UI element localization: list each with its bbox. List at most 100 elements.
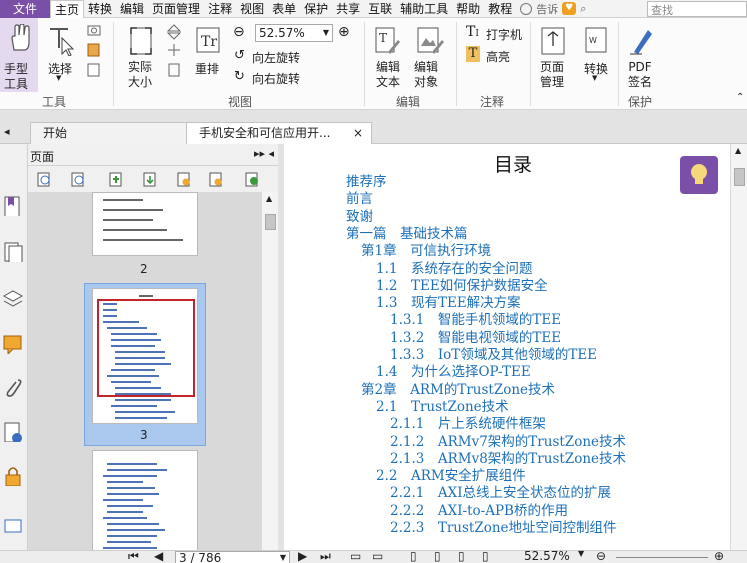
ribbon-collapse-icon[interactable]: ⌃: [736, 92, 744, 103]
comments-icon[interactable]: [2, 332, 24, 354]
zoom-in-icon[interactable]: ⊕: [338, 24, 350, 40]
facing-page-icon[interactable]: ▯: [458, 549, 465, 563]
rotate-left-button[interactable]: 向左旋转: [252, 49, 300, 66]
view-mode-icon[interactable]: ▭: [350, 549, 361, 563]
toc-entry[interactable]: 前言: [346, 191, 373, 208]
replace-page-icon[interactable]: [176, 171, 192, 187]
page-thumbnail[interactable]: [92, 192, 198, 256]
panel-expand-icon[interactable]: ▸▸ ◂: [254, 147, 274, 160]
toc-entry[interactable]: 1.4 为什么选择OP-TEE: [376, 364, 531, 381]
extract-page-icon[interactable]: [142, 171, 158, 187]
zoom-out-status-icon[interactable]: ⊖: [596, 549, 606, 563]
search-icon[interactable]: ⌕: [580, 2, 586, 16]
continuous-page-icon[interactable]: ▯: [434, 549, 441, 563]
document-scroll-thumb[interactable]: [734, 168, 745, 186]
search-input[interactable]: 查找: [647, 1, 747, 17]
reflow-button[interactable]: 重排: [195, 60, 219, 77]
tab-start[interactable]: 开始: [30, 122, 190, 144]
scroll-up-icon[interactable]: ▲: [266, 194, 272, 203]
page-manage-button[interactable]: 页面 管理: [540, 60, 564, 90]
toc-entry[interactable]: 1.3.1 智能手机领域的TEE: [390, 312, 561, 329]
heart-icon[interactable]: ♥: [562, 2, 577, 15]
toc-entry[interactable]: 2.2.3 TrustZone地址空间控制组件: [390, 520, 617, 537]
delete-page-icon[interactable]: [208, 171, 224, 187]
tab-scroll-left-icon[interactable]: ◂: [4, 125, 10, 138]
highlight-button[interactable]: 高亮: [486, 48, 510, 65]
toc-entry[interactable]: 1.3.3 IoT领域及其他领域的TEE: [390, 347, 597, 364]
menu-tab-tutorial[interactable]: 教程: [484, 0, 516, 18]
page-number-input[interactable]: 3 / 786 ▼: [175, 551, 290, 563]
layers-icon[interactable]: [2, 286, 24, 308]
next-page-icon[interactable]: ▶: [298, 549, 307, 563]
zoom-dropdown-icon[interactable]: ▼: [578, 549, 584, 558]
toc-entry[interactable]: 2.2 ARM安全扩展组件: [376, 468, 526, 485]
first-page-icon[interactable]: ⏮: [128, 549, 139, 563]
cover-page-icon[interactable]: ▯: [482, 549, 489, 563]
menu-tab-view[interactable]: 视图: [236, 0, 268, 18]
chevron-down-icon[interactable]: ▼: [280, 552, 286, 563]
zoom-thumbnail-in-icon[interactable]: [36, 171, 52, 187]
tell-me-icon[interactable]: [520, 2, 533, 15]
bookmark-icon[interactable]: [2, 194, 24, 216]
toc-entry[interactable]: 推荐序: [346, 174, 387, 191]
panel-scroll-thumb[interactable]: [265, 214, 276, 230]
toc-entry[interactable]: 2.1.1 片上系统硬件框架: [390, 416, 546, 433]
menu-tab-share[interactable]: 共享: [332, 0, 364, 18]
rotate-right-button[interactable]: 向右旋转: [252, 70, 300, 87]
toc-entry[interactable]: 1.1 系统存在的安全问题: [376, 261, 532, 278]
edit-object-button[interactable]: 编辑 对象: [414, 60, 438, 90]
toc-entry[interactable]: 2.1.3 ARMv8架构的TrustZone技术: [390, 451, 626, 468]
menu-tab-home[interactable]: 主页: [50, 0, 85, 18]
page-thumbnail[interactable]: [92, 288, 198, 424]
zoom-level-status[interactable]: 52.57%: [524, 549, 570, 563]
panel-scrollbar[interactable]: ▲: [261, 192, 278, 550]
single-page-icon[interactable]: ▯: [410, 549, 417, 563]
last-page-icon[interactable]: ⏭: [320, 549, 331, 563]
small-tool-icons[interactable]: [86, 24, 104, 84]
toc-entry[interactable]: 1.2 TEE如何保护数据安全: [376, 278, 548, 295]
menu-tab-form[interactable]: 表单: [268, 0, 300, 18]
tip-button[interactable]: [680, 156, 718, 194]
toc-entry[interactable]: 2.2.2 AXI-to-APB桥的作用: [390, 503, 568, 520]
menu-tab-accessibility[interactable]: 辅助工具: [396, 0, 452, 18]
scroll-up-icon[interactable]: ▲: [735, 146, 741, 155]
toc-entry[interactable]: 第1章 可信执行环境: [361, 243, 491, 260]
menu-tab-edit[interactable]: 编辑: [116, 0, 148, 18]
menu-file[interactable]: 文件: [0, 0, 50, 18]
zoom-thumbnail-out-icon[interactable]: [70, 171, 86, 187]
viewport-indicator[interactable]: [97, 299, 195, 397]
toc-entry[interactable]: 第2章 ARM的TrustZone技术: [361, 382, 555, 399]
document-view[interactable]: 目录 推荐序 前言 致谢 第一篇 基础技术篇 第1章 可信执行环境 1.1 系统存在的安全…: [278, 144, 747, 550]
zoom-in-status-icon[interactable]: ⊕: [714, 549, 724, 563]
prev-page-icon[interactable]: ◀: [154, 549, 163, 563]
menu-tab-protect[interactable]: 保护: [300, 0, 332, 18]
pages-icon[interactable]: [2, 240, 24, 262]
insert-page-icon[interactable]: [108, 171, 124, 187]
menu-tab-help[interactable]: 帮助: [452, 0, 484, 18]
toc-entry[interactable]: 第一篇 基础技术篇: [346, 226, 468, 243]
zoom-out-icon[interactable]: ⊖: [233, 24, 245, 40]
document-scrollbar[interactable]: ▲: [730, 144, 747, 550]
toc-entry[interactable]: 2.2.1 AXI总线上安全状态位的扩展: [390, 485, 611, 502]
toc-entry[interactable]: 1.3.2 智能电视领域的TEE: [390, 330, 561, 347]
page-properties-icon[interactable]: [244, 171, 260, 187]
select-dropdown-icon[interactable]: ▼: [56, 74, 61, 82]
pdf-sign-button[interactable]: PDF 签名: [628, 60, 652, 90]
tab-document[interactable]: 手机安全和可信应用开... ×: [186, 122, 372, 144]
page-thumbnail[interactable]: [92, 450, 198, 550]
edit-text-button[interactable]: 编辑 文本: [376, 60, 400, 90]
close-icon[interactable]: ×: [353, 123, 363, 143]
typewriter-button[interactable]: 打字机: [486, 26, 522, 43]
hand-tool-label[interactable]: 手型 工具: [4, 62, 28, 92]
page-labels-icon[interactable]: [2, 516, 24, 538]
menu-tab-comment[interactable]: 注释: [204, 0, 236, 18]
menu-tab-organize[interactable]: 页面管理: [148, 0, 204, 18]
toc-entry[interactable]: 2.1 TrustZone技术: [376, 399, 509, 416]
zoom-select[interactable]: 52.57% ▼: [255, 24, 333, 42]
toc-entry[interactable]: 致谢: [346, 209, 373, 226]
toc-entry[interactable]: 1.3 现有TEE解决方案: [376, 295, 521, 312]
menu-tab-convert[interactable]: 转换: [84, 0, 116, 18]
attachment-icon[interactable]: [2, 376, 24, 398]
signature-icon[interactable]: [2, 420, 24, 442]
tell-me-label[interactable]: 告诉: [536, 1, 558, 17]
